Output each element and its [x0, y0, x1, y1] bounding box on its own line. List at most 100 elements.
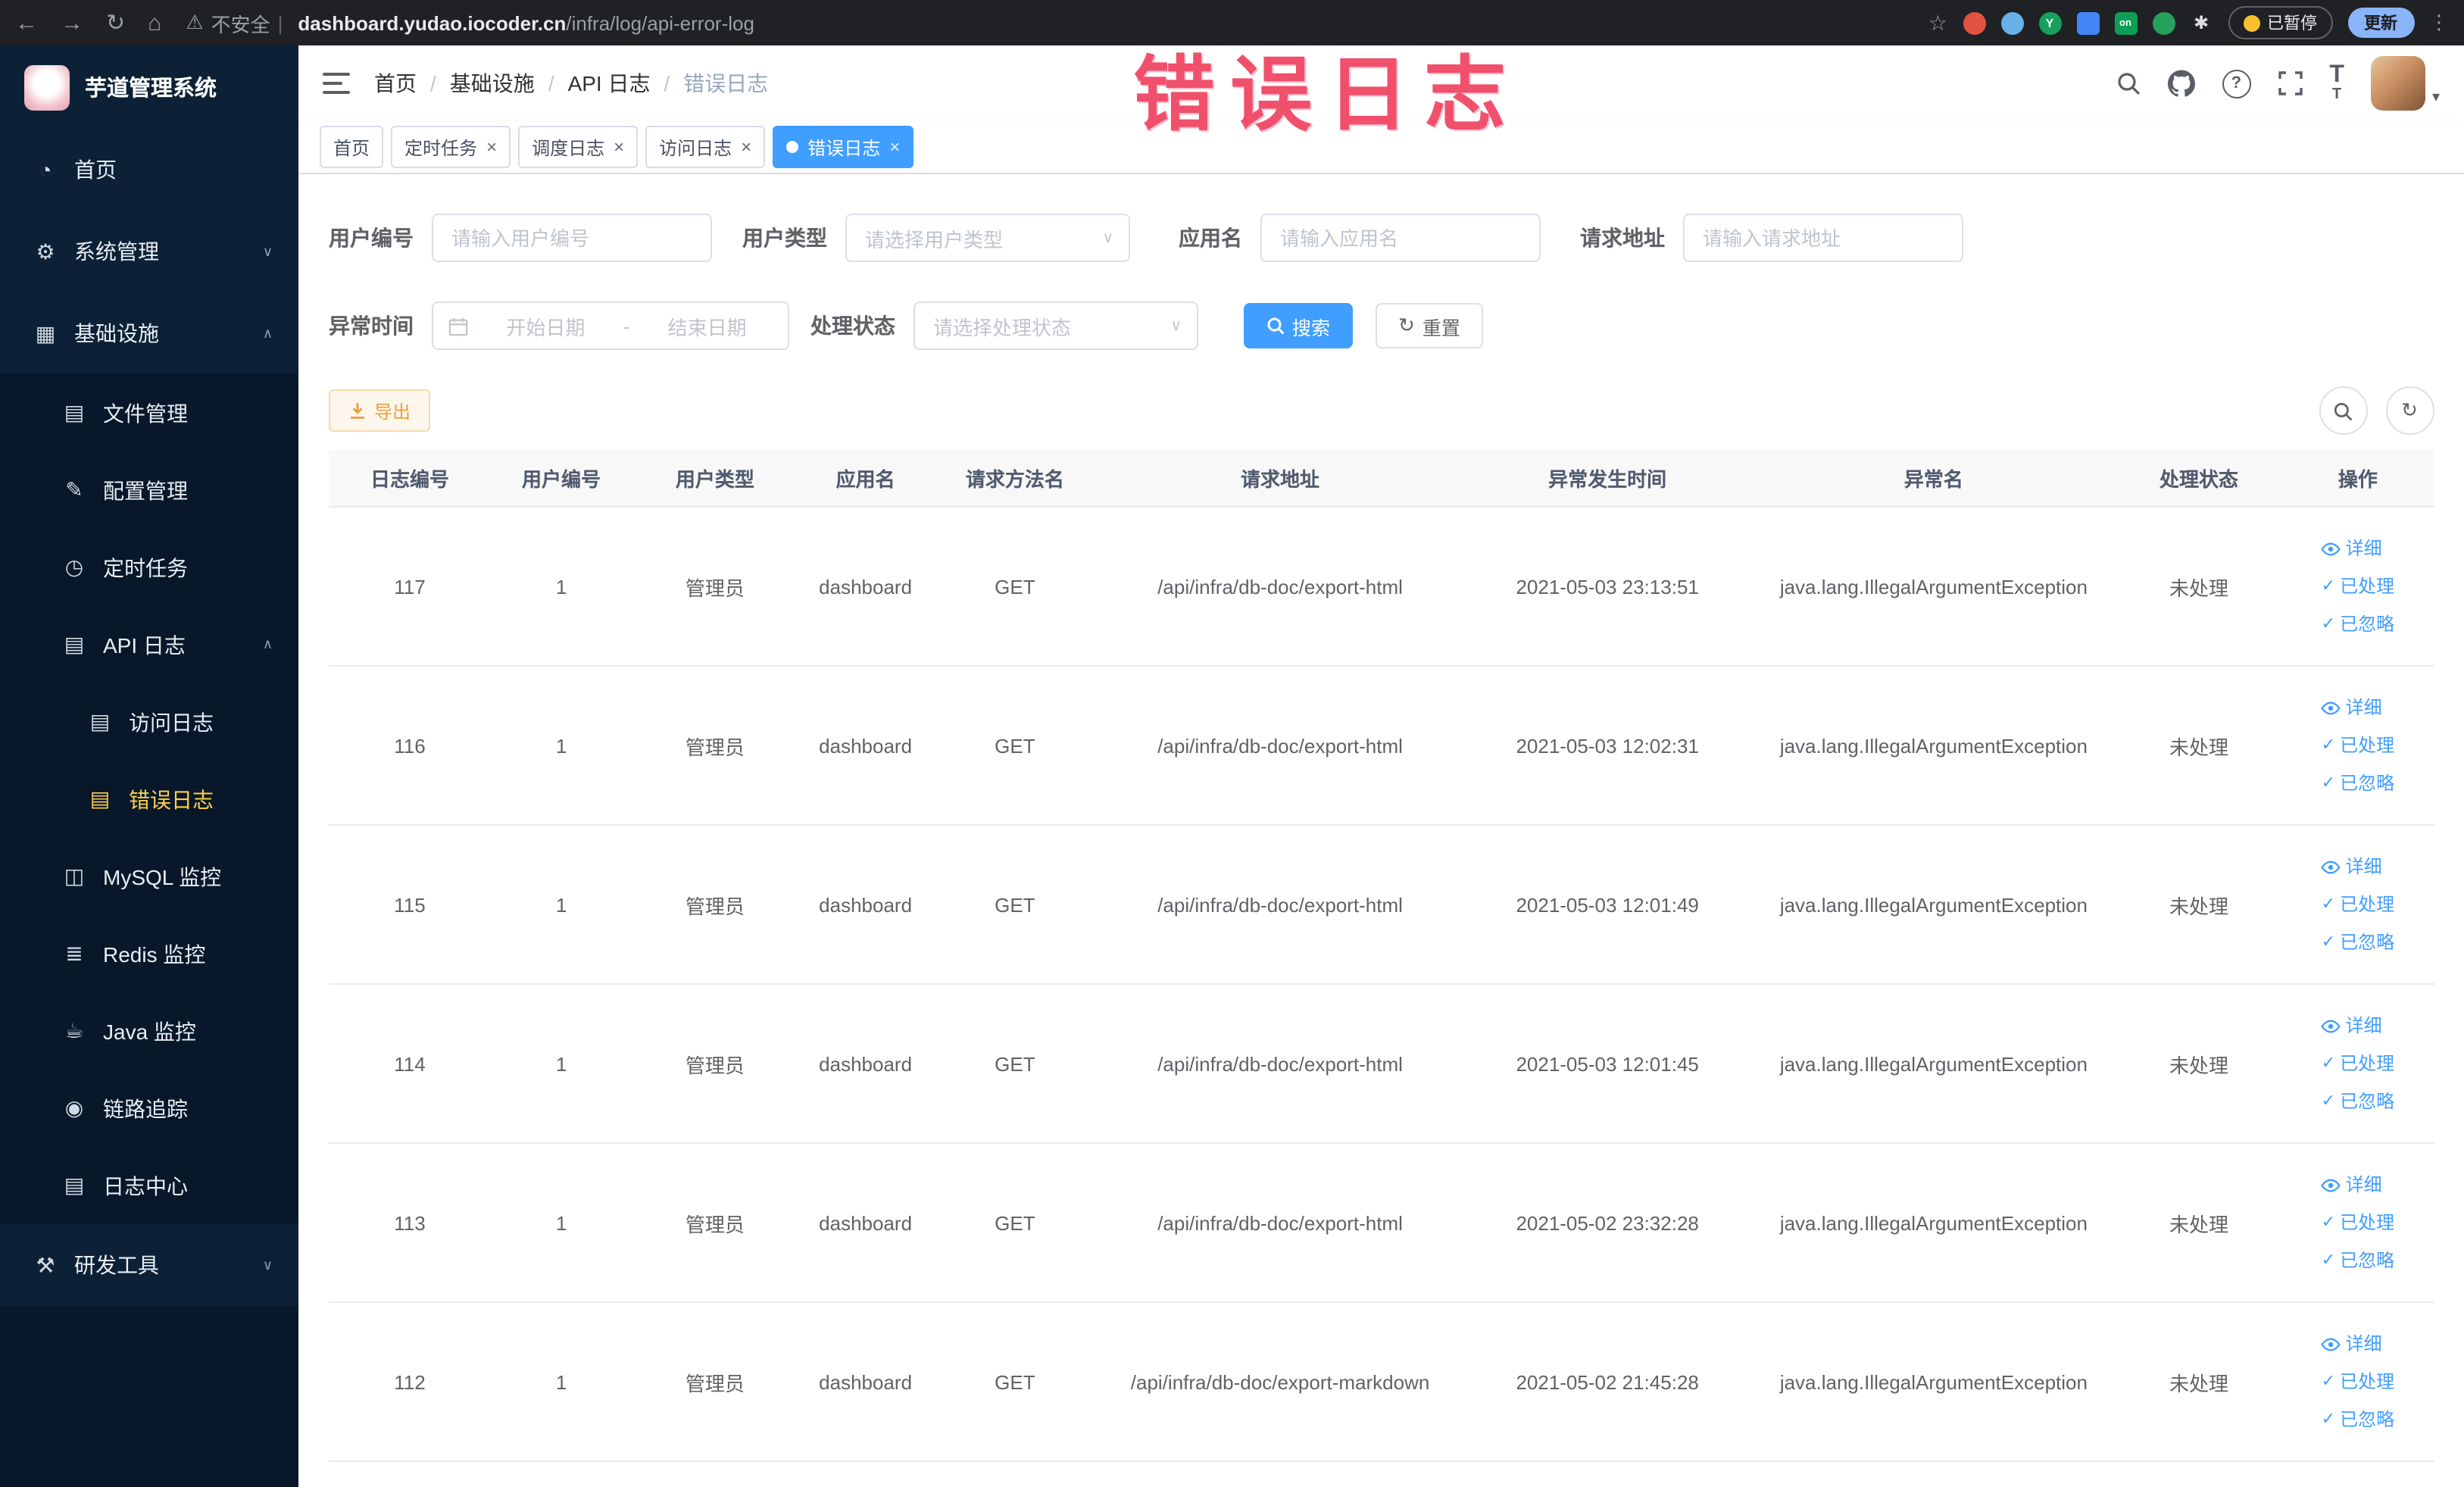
browser-update-button[interactable]: 更新 — [2347, 8, 2414, 38]
refresh-table-button[interactable]: ↻ — [2385, 386, 2434, 435]
search-icon[interactable] — [2116, 71, 2140, 95]
row-action-processed[interactable]: ✓ 已处理 — [2322, 886, 2394, 923]
user-type-select[interactable]: 请选择用户类型 ∨ — [845, 214, 1130, 262]
check-icon: ✓ — [2321, 1251, 2336, 1269]
check-icon: ✓ — [2321, 773, 2336, 792]
coffee-icon: ☕ — [64, 1018, 84, 1042]
browser-reload-icon[interactable]: ↻ — [106, 11, 125, 34]
close-icon[interactable]: × — [486, 138, 497, 156]
avatar[interactable] — [2371, 56, 2426, 111]
sidebar-item-trace[interactable]: ◉ 链路追踪 — [0, 1070, 298, 1147]
user-menu[interactable]: ▾ — [2371, 56, 2440, 111]
sidebar-item-java[interactable]: ☕ Java 监控 — [0, 992, 298, 1070]
logo[interactable]: 芋道管理系统 — [0, 45, 298, 129]
app-name-input[interactable] — [1260, 214, 1541, 262]
sidebar-item-api-log[interactable]: ▤ API 日志 ∧ — [0, 606, 298, 683]
row-action-processed[interactable]: ✓ 已处理 — [2322, 1045, 2394, 1082]
check-icon: ✓ — [2321, 1213, 2336, 1231]
extension-timer-icon[interactable] — [1963, 11, 1985, 34]
extension-leaf-icon[interactable] — [2152, 11, 2175, 34]
cell-exception: java.lang.IllegalArgumentException — [1751, 1302, 2116, 1462]
row-action-detail[interactable]: 详细 — [2321, 530, 2394, 567]
refresh-icon: ↻ — [1398, 314, 1415, 336]
column-header: 请求方法名 — [932, 450, 1098, 508]
row-action-detail[interactable]: 详细 — [2321, 848, 2394, 886]
row-action-detail[interactable]: 详细 — [2321, 689, 2394, 726]
close-icon[interactable]: × — [614, 138, 624, 156]
sidebar-item-error-log[interactable]: ▤ 错误日志 — [0, 761, 298, 838]
sidebar-item-file[interactable]: ▤ 文件管理 — [0, 374, 298, 451]
cell-method: GET — [932, 1302, 1098, 1462]
github-icon[interactable] — [2167, 70, 2195, 97]
doc-icon: ▤ — [89, 709, 111, 733]
row-action-ignored[interactable]: ✓ 已忽略 — [2322, 1242, 2394, 1279]
row-action-detail[interactable]: 详细 — [2321, 1166, 2394, 1204]
row-action-detail[interactable]: 详细 — [2321, 1007, 2394, 1045]
request-url-input[interactable] — [1683, 214, 1963, 262]
browser-menu-icon[interactable]: ⋮ — [2429, 11, 2449, 35]
filter-label-exception-time: 异常时间 — [329, 314, 414, 338]
browser-forward-icon[interactable]: → — [61, 11, 83, 34]
sidebar-item-home[interactable]: ◔ 首页 — [0, 129, 298, 211]
breadcrumb-item[interactable]: 基础设施 — [450, 68, 535, 98]
row-action-processed[interactable]: ✓ 已处理 — [2322, 726, 2394, 764]
row-action-processed[interactable]: ✓ 已处理 — [2322, 1363, 2394, 1401]
breadcrumb-item[interactable]: API 日志 — [568, 68, 651, 98]
security-label[interactable]: 不安全 — [211, 8, 270, 37]
active-tab-dot — [786, 141, 799, 153]
row-action-processed[interactable]: ✓ 已处理 — [2322, 567, 2394, 605]
table-row: 114 1 管理员 dashboard GET/api/infra/db-doc/exp… — [329, 984, 2434, 1144]
fullscreen-icon[interactable] — [2278, 71, 2303, 95]
close-icon[interactable]: × — [741, 138, 751, 156]
extension-y-icon[interactable]: Y — [2038, 11, 2061, 34]
sidebar-item-dev-tools[interactable]: ⚒ 研发工具 ∨ — [0, 1224, 298, 1306]
cell-exception: java.lang.IllegalArgumentException — [1751, 666, 2116, 826]
row-action-processed[interactable]: ✓ 已处理 — [2322, 1204, 2394, 1242]
tab-home[interactable]: 首页 — [320, 126, 384, 168]
search-button[interactable]: 搜索 — [1244, 303, 1354, 348]
user-id-input[interactable] — [432, 214, 712, 262]
bookmark-star-icon[interactable]: ☆ — [1928, 10, 1947, 36]
export-button[interactable]: 导出 — [329, 389, 431, 432]
exception-time-range-picker[interactable]: 开始日期 - 结束日期 — [432, 301, 789, 350]
profile-paused-badge[interactable]: 已暂停 — [2228, 6, 2332, 39]
sidebar-item-access-log[interactable]: ▤ 访问日志 — [0, 683, 298, 761]
end-date-placeholder: 结束日期 — [667, 316, 747, 339]
reset-button[interactable]: ↻ 重置 — [1376, 303, 1483, 348]
extension-on-icon[interactable]: on — [2114, 11, 2137, 34]
cell-log_id: 116 — [329, 666, 491, 826]
sidebar-item-system[interactable]: ⚙ 系统管理 ∨ — [0, 211, 298, 292]
sidebar-item-config[interactable]: ✎ 配置管理 — [0, 451, 298, 529]
sidebar-item-mysql[interactable]: ◫ MySQL 监控 — [0, 838, 298, 915]
extension-grid-icon[interactable] — [2076, 11, 2099, 34]
extension-plugin-icon[interactable]: ✱ — [2190, 11, 2213, 34]
process-status-select[interactable]: 请选择处理状态 ∨ — [913, 301, 1198, 350]
tab-job-log[interactable]: 调度日志 × — [518, 126, 639, 168]
sidebar-item-infra[interactable]: ▦ 基础设施 ∧ — [0, 292, 298, 374]
tab-error-log[interactable]: 错误日志 × — [773, 126, 914, 168]
cell-user_id: 1 — [490, 666, 632, 826]
row-action-ignored[interactable]: ✓ 已忽略 — [2322, 605, 2394, 643]
row-action-ignored[interactable]: ✓ 已忽略 — [2322, 1082, 2394, 1120]
hamburger-icon[interactable] — [323, 73, 350, 94]
font-size-icon[interactable]: TT — [2329, 63, 2344, 103]
tab-access-log[interactable]: 访问日志 × — [645, 126, 766, 168]
extension-drop-icon[interactable] — [2000, 11, 2023, 34]
row-action-ignored[interactable]: ✓ 已忽略 — [2322, 923, 2394, 961]
tab-job[interactable]: 定时任务 × — [391, 126, 511, 168]
hide-search-button[interactable] — [2319, 386, 2367, 435]
row-action-detail[interactable]: 详细 — [2321, 1325, 2394, 1363]
address-bar[interactable]: dashboard.yudao.iocoder.cn/infra/log/api… — [298, 11, 1913, 34]
browser-back-icon[interactable]: ← — [15, 11, 38, 34]
sidebar-item-job[interactable]: ◷ 定时任务 — [0, 529, 298, 606]
sidebar-item-log-center[interactable]: ▤ 日志中心 — [0, 1147, 298, 1224]
close-icon[interactable]: × — [889, 138, 900, 156]
row-action-ignored[interactable]: ✓ 已忽略 — [2322, 764, 2394, 802]
help-icon[interactable]: ? — [2222, 69, 2251, 98]
row-action-ignored[interactable]: ✓ 已忽略 — [2322, 1401, 2394, 1439]
cell-user_id: 1 — [490, 984, 632, 1144]
page-content: 用户编号 用户类型 请选择用户类型 ∨ 应用名 — [298, 174, 2464, 1487]
breadcrumb-item[interactable]: 首页 — [374, 68, 417, 98]
browser-home-icon[interactable]: ⌂ — [148, 11, 161, 34]
sidebar-item-redis[interactable]: ≣ Redis 监控 — [0, 915, 298, 992]
